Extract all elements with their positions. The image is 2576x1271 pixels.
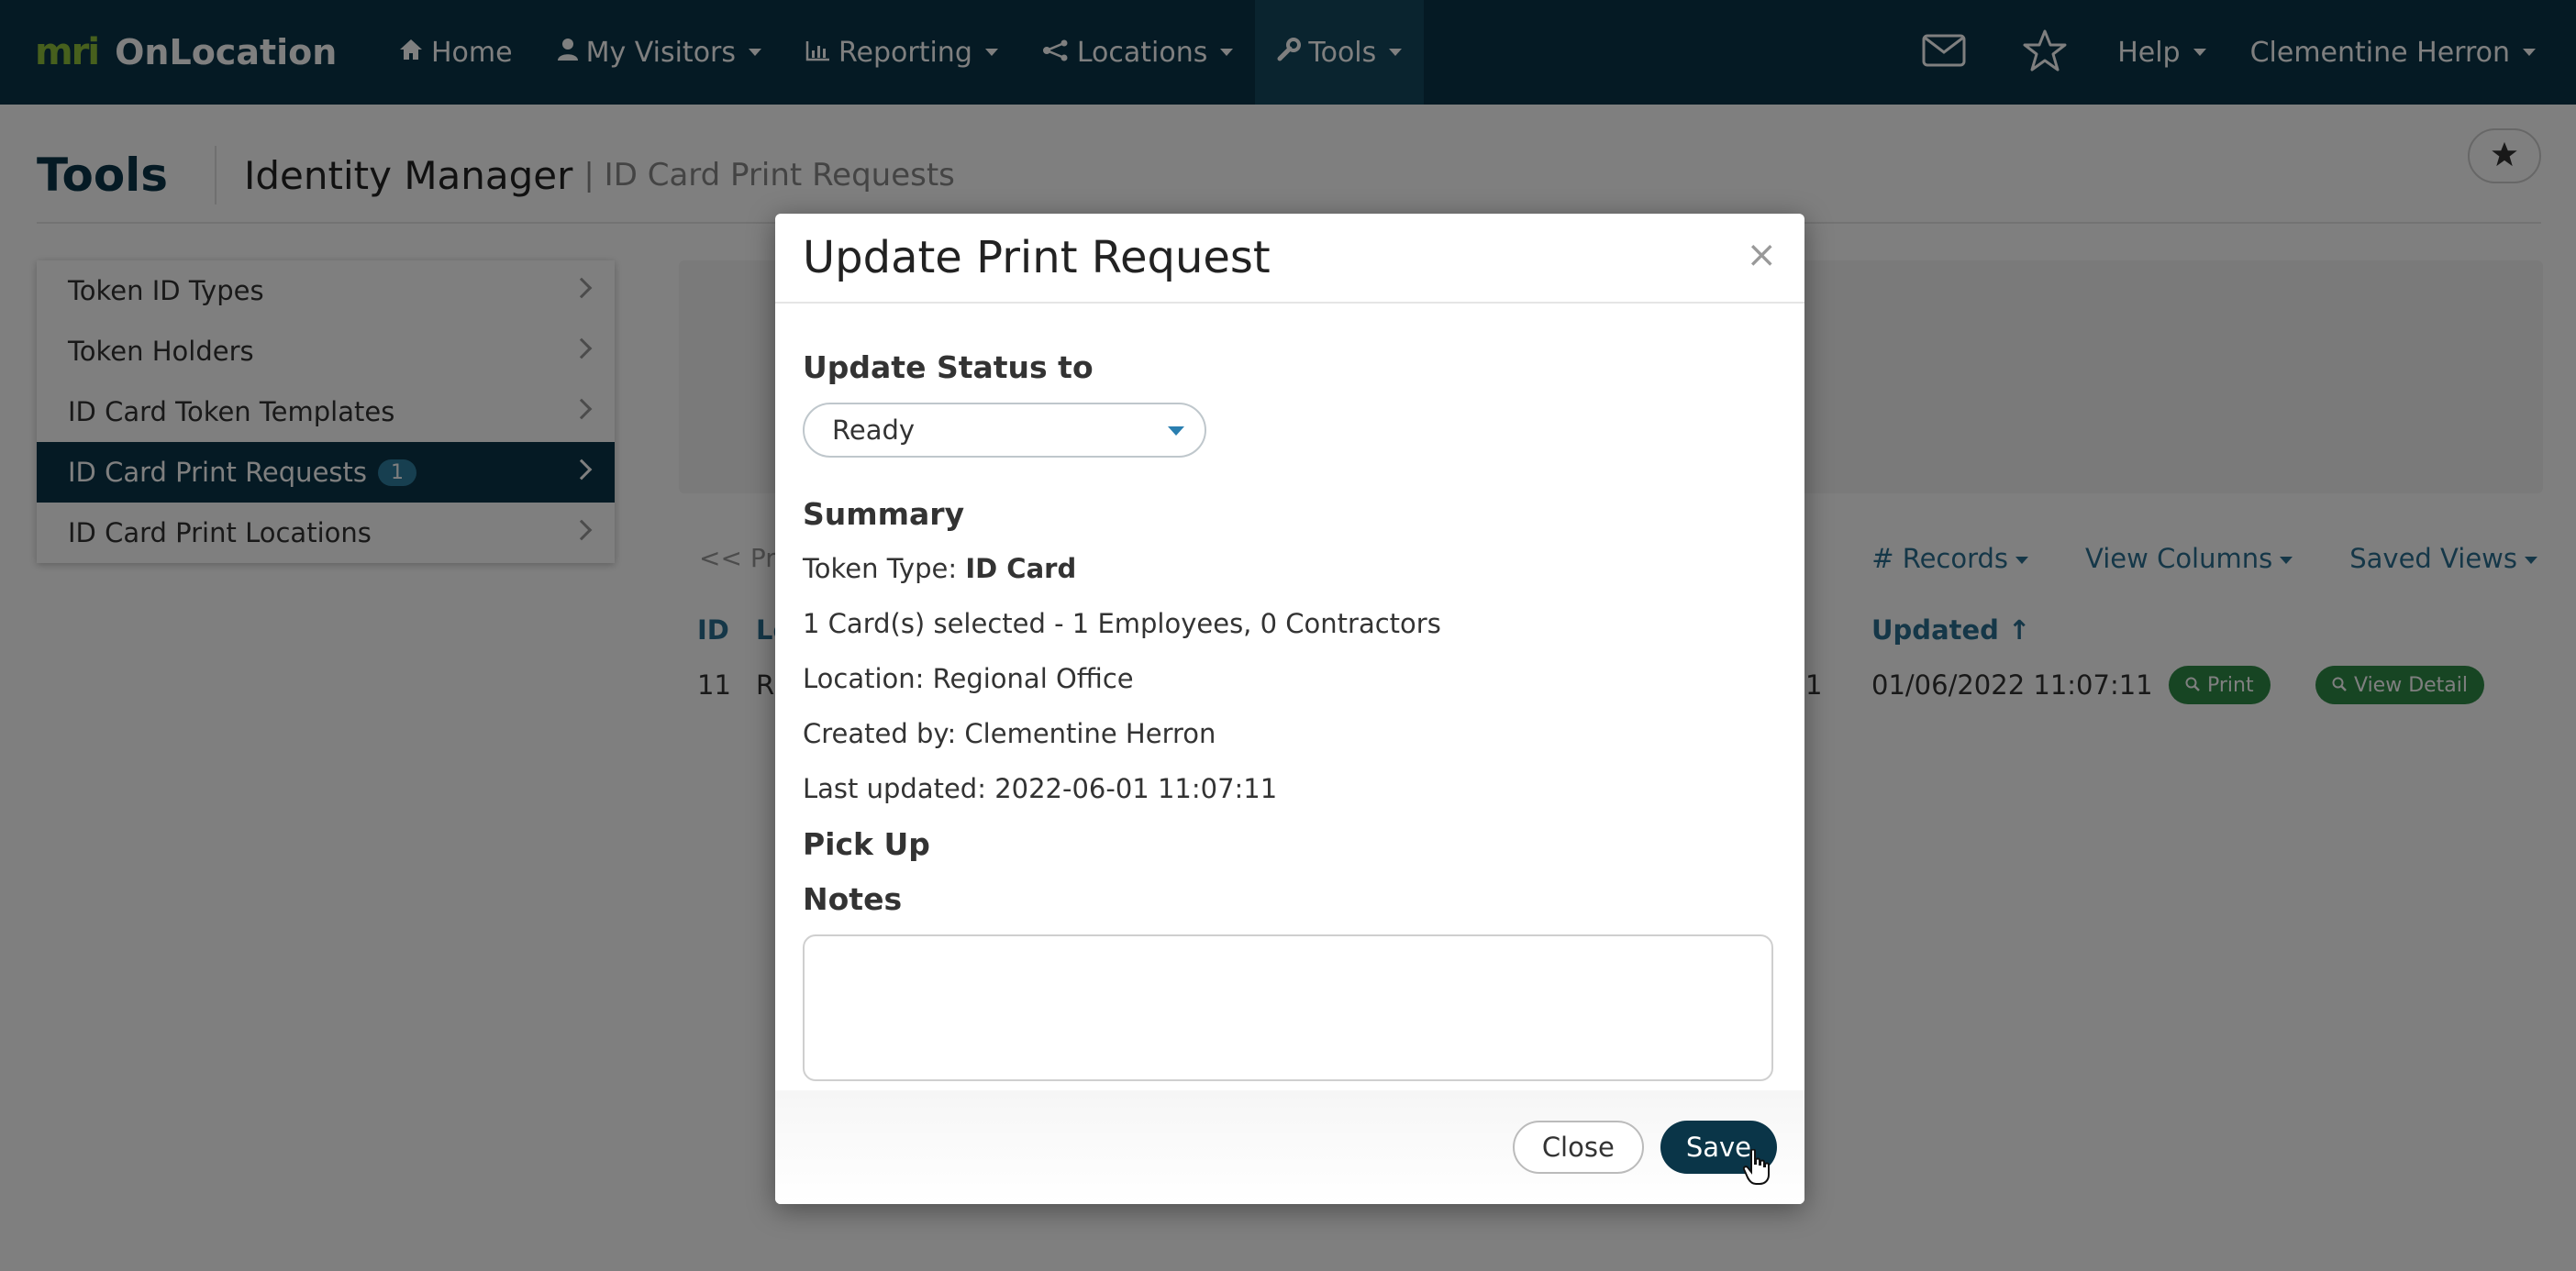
- notes-heading: Notes: [803, 881, 903, 917]
- hand-pointer-cursor-icon: [1742, 1148, 1771, 1189]
- pickup-heading: Pick Up: [803, 826, 930, 862]
- notes-textarea[interactable]: [803, 934, 1773, 1081]
- status-select[interactable]: Ready: [803, 403, 1206, 458]
- modal-title: Update Print Request: [803, 232, 1271, 283]
- close-button-label: Close: [1541, 1132, 1615, 1163]
- close-button[interactable]: Close: [1512, 1121, 1644, 1174]
- chevron-down-icon: [1168, 426, 1184, 436]
- token-type-value: ID Card: [965, 553, 1077, 584]
- summary-heading: Summary: [803, 496, 965, 532]
- status-selected-value: Ready: [832, 414, 916, 446]
- token-type-line: Token Type: ID Card: [803, 553, 1076, 584]
- modal-body: Update Status to Ready Summary Token Typ…: [775, 304, 1804, 1090]
- last-updated-line: Last updated: 2022-06-01 11:07:11: [803, 773, 1278, 804]
- update-print-request-modal: Update Print Request × Update Status to …: [775, 214, 1804, 1204]
- save-button-label: Save: [1685, 1132, 1751, 1163]
- token-type-label: Token Type:: [803, 553, 958, 584]
- created-by-line: Created by: Clementine Herron: [803, 718, 1216, 749]
- status-label: Update Status to: [803, 349, 1094, 385]
- modal-header: Update Print Request ×: [775, 214, 1804, 304]
- location-line: Location: Regional Office: [803, 663, 1134, 694]
- close-icon[interactable]: ×: [1746, 234, 1777, 276]
- modal-footer: Close Save: [775, 1090, 1804, 1204]
- cards-selected: 1 Card(s) selected - 1 Employees, 0 Cont…: [803, 608, 1441, 639]
